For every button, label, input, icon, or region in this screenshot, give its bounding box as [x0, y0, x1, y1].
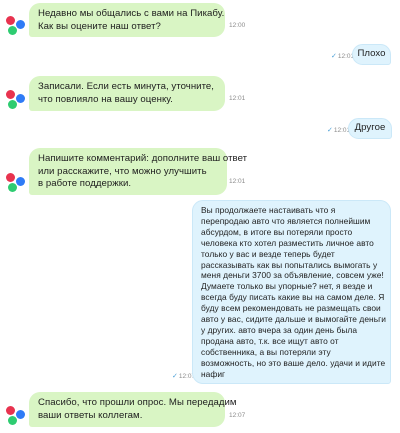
message-text-line: Плохо: [357, 48, 386, 59]
message-text-line: собственника, а вы потеряли эту: [201, 346, 331, 357]
message-text-line: Вы продолжаете настаивать что я: [201, 205, 336, 215]
message-timestamp: ✓12:01: [327, 127, 351, 134]
bot-avatar-icon: [3, 171, 27, 195]
bot-message-bubble: Записали. Если есть минута, уточните, чт…: [29, 76, 225, 111]
message-text-line: продана авто, т.к. все ищут авто от: [201, 335, 339, 346]
message-text-line: Напишите комментарий: дополните ваш отве…: [38, 153, 248, 164]
message-text-line: буду всем рекомендовать не размещать сво…: [201, 303, 381, 314]
message-text-line: возможность, но это ваше дело. удачи и и…: [201, 357, 386, 368]
message-text-line: или расскажите, что можно улучшить: [38, 165, 207, 177]
bot-avatar-icon: [3, 14, 27, 38]
message-text-line: рассказывать как вы попытались вымогать …: [201, 259, 378, 270]
user-message-bubble: Плохо: [352, 44, 391, 65]
message-timestamp: 12:00: [229, 22, 246, 29]
message-text-line: авто у вас, сидите дальше и вымогайте де…: [201, 314, 386, 325]
message-timestamp: 12:01: [229, 178, 246, 185]
message-text-line: Недавно мы общались с вами на Пикабу.: [38, 8, 225, 19]
bot-avatar-icon: [3, 404, 27, 428]
message-text-line: человека кто хотел разместить личное авт…: [201, 237, 374, 248]
message-timestamp: 12:01: [229, 95, 246, 102]
bot-message-bubble: Спасибо, что прошли опрос. Мы передадим …: [29, 392, 237, 427]
message-text-line: нафиг: [201, 368, 226, 379]
message-text-line: Записали. Если есть минута, уточните,: [38, 81, 215, 92]
read-check-icon: ✓: [327, 127, 333, 134]
user-message-bubble: Вы продолжаете настаивать что я перепрод…: [192, 200, 391, 384]
message-text-line: в работе поддержки.: [38, 178, 132, 190]
message-text-line: абсурдом, в итоге вы потеряли просто: [201, 226, 353, 237]
bot-message-bubble: Напишите комментарий: дополните ваш отве…: [29, 148, 248, 195]
user-message-bubble: Другое: [348, 118, 392, 139]
message-timestamp: ✓12:01: [331, 53, 355, 60]
message-text-line: Другое: [354, 122, 386, 133]
message-text-line: у других. авто вчера за один день была: [201, 324, 358, 335]
message-text-line: ваши ответы коллегам.: [38, 409, 143, 421]
message-text-line: что повлияло на вашу оценку.: [38, 93, 173, 105]
bot-message-bubble: Недавно мы общались с вами на Пикабу. Ка…: [29, 3, 225, 37]
message-text-line: Как вы оцените наш ответ?: [38, 20, 161, 32]
read-check-icon: ✓: [172, 373, 178, 380]
message-text-line: только у вас и везде теперь будет: [201, 248, 335, 259]
message-text-line: меня деньги 3700 за объявление, совсем у…: [201, 270, 384, 281]
message-text-line: перепродаю авто что является полнейшим: [201, 215, 371, 226]
message-timestamp: 12:07: [229, 412, 246, 419]
bot-avatar-icon: [3, 88, 27, 112]
read-check-icon: ✓: [331, 53, 337, 60]
message-text-line: Спасибо, что прошли опрос. Мы передадим: [38, 397, 237, 408]
message-text-line: Думаете только вы упорные? нет, я везде …: [201, 281, 373, 292]
message-text-line: всегда буду писать какие вы на самом дел…: [201, 292, 385, 303]
